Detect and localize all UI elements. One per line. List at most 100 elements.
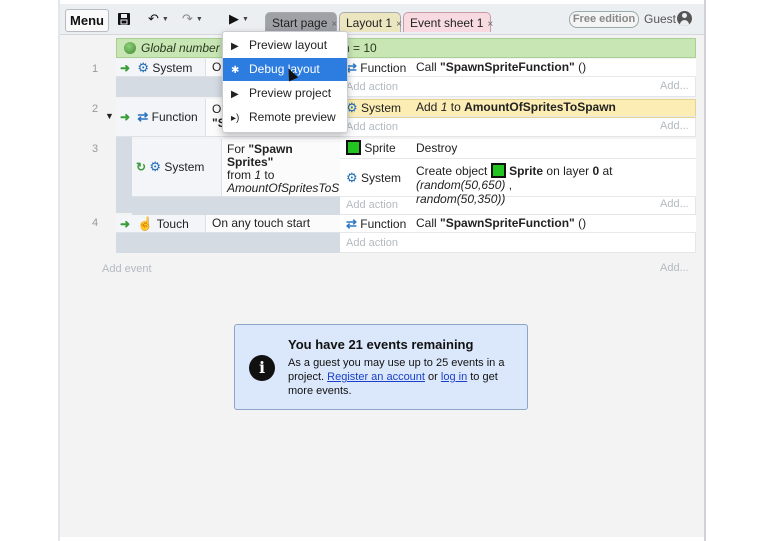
global-variable-row[interactable]: Global number A n = 10 — [116, 38, 696, 58]
broadcast-icon: ▸) — [231, 113, 240, 124]
collapse-icon[interactable]: ▼ — [105, 111, 114, 121]
gear-icon: ⚙ — [346, 170, 358, 185]
menu-button[interactable]: Menu — [65, 9, 109, 32]
login-link[interactable]: log in — [441, 371, 467, 383]
redo-icon[interactable]: ↷ ▼ — [182, 10, 203, 28]
add-action-link[interactable]: Add action — [346, 79, 398, 95]
notice-title: You have 21 events remaining — [288, 337, 474, 352]
user-icon[interactable] — [677, 11, 692, 26]
add-event-link[interactable]: Add event — [102, 261, 152, 277]
menu-item-label: Remote preview — [249, 110, 336, 124]
comma: , — [508, 178, 513, 192]
add-more-link[interactable]: Add... — [660, 120, 689, 132]
globe-icon — [124, 42, 136, 54]
action-text: Create object Sprite on layer 0 at (rand… — [416, 163, 696, 206]
menu-item-label: Preview layout — [249, 38, 328, 52]
play-icon[interactable]: ▶ ▼ — [229, 10, 249, 28]
undo-icon[interactable]: ↶ ▼ — [148, 10, 169, 28]
from-value: 1 — [254, 168, 262, 182]
to-label: to — [264, 168, 275, 182]
info-icon: i — [249, 355, 275, 381]
trigger-arrow-icon: ➜ — [120, 61, 131, 75]
x-expression: (random(50,650) — [416, 178, 506, 192]
close-icon[interactable]: × — [396, 19, 402, 30]
add-action-link[interactable]: Add action — [346, 235, 398, 251]
function-icon: ⇄ — [346, 216, 357, 231]
event-number: 3 — [92, 143, 99, 155]
condition-object[interactable]: ➜ ⚙ System — [116, 59, 206, 77]
action-text: Add 1 to AmountOfSpritesToSpawn — [416, 99, 616, 116]
action-verb: Call — [416, 216, 437, 230]
add-action-link[interactable]: Add action — [346, 197, 398, 213]
free-edition-badge[interactable]: Free edition — [569, 11, 639, 28]
menu-item-label: Debug layout — [249, 62, 320, 76]
play-icon: ▶ — [231, 41, 239, 52]
event-spacer — [116, 233, 340, 253]
condition-object[interactable]: ↻ ⚙ System — [132, 139, 222, 197]
toolbar: Menu ↶ ▼ ↷ ▼ ▶ ▼ Start page × Layout 1 × Even… — [60, 4, 704, 35]
action-value: 1 — [440, 100, 448, 114]
play-icon: ▶ — [231, 89, 239, 100]
close-icon[interactable]: × — [487, 19, 493, 30]
action-verb: Call — [416, 60, 437, 74]
function-args: () — [578, 216, 587, 230]
action-to: to — [450, 100, 461, 114]
action-row[interactable]: ⇄ Function Call "SpawnSpriteFunction" () — [340, 215, 696, 233]
tab-layout-1[interactable]: Layout 1 × — [339, 12, 402, 32]
action-object-name: Function — [360, 217, 407, 231]
save-icon[interactable] — [117, 10, 131, 28]
tab-event-sheet-1[interactable]: Event sheet 1 × — [403, 12, 493, 32]
action-object: ⇄ Function — [340, 59, 410, 76]
function-name: "SpawnSpriteFunction" — [440, 60, 575, 74]
action-text: Destroy — [416, 141, 458, 155]
to-value-line-1: AmountOfSpritesToS — [227, 181, 340, 195]
action-row[interactable]: Sprite Destroy — [340, 139, 696, 159]
construct-editor: Menu ↶ ▼ ↷ ▼ ▶ ▼ Start page × Layout 1 × Even… — [60, 4, 704, 537]
add-action-link[interactable]: Add action — [346, 119, 398, 135]
action-object: Sprite — [340, 139, 410, 158]
add-more-link[interactable]: Add... — [660, 80, 689, 92]
action-object: ⇄ Function — [340, 215, 410, 232]
from-label: from — [227, 168, 251, 182]
event-number: 4 — [92, 217, 99, 229]
window-edge-right — [704, 0, 706, 541]
menu-item-preview-project[interactable]: ▶ Preview project — [223, 82, 347, 105]
add-more-link[interactable]: Add... — [660, 198, 689, 210]
menu-item-remote-preview[interactable]: ▸) Remote preview — [223, 106, 347, 129]
action-text: Call "SpawnSpriteFunction" () — [416, 215, 586, 232]
bug-icon: ✱ — [231, 65, 240, 76]
preview-dropdown-menu: ▶ Preview layout ✱ Debug layout ▶ Preview p… — [222, 31, 348, 133]
condition-text[interactable]: On any touch start — [206, 215, 340, 233]
action-object-name: System — [361, 171, 402, 185]
action-object-name: Sprite — [364, 141, 396, 155]
action-row[interactable]: ⇄ Function Call "SpawnSpriteFunction" () — [340, 59, 696, 77]
menu-item-label: Preview project — [249, 86, 332, 100]
event-sheet: Global number A n = 10 1 ➜ ⚙ System Or ⇄… — [60, 35, 704, 537]
y-expression: random(50,350)) — [416, 192, 506, 206]
tab-start-page[interactable]: Start page × — [265, 12, 337, 32]
menu-item-preview-layout[interactable]: ▶ Preview layout — [223, 34, 347, 57]
guest-label[interactable]: Guest — [644, 12, 676, 26]
add-more-link[interactable]: Add... — [660, 262, 689, 274]
object-name: Sprite — [509, 164, 544, 178]
action-object: ⚙ System — [340, 99, 410, 116]
for-label: For — [227, 142, 245, 156]
action-row[interactable]: ⚙ System Create object Sprite on layer 0… — [340, 159, 696, 206]
condition-object[interactable]: ➜ ⇄ Function — [116, 99, 206, 137]
function-icon: ⇄ — [137, 109, 149, 124]
register-link[interactable]: Register an account — [327, 371, 425, 383]
action-row[interactable]: ⚙ System Add 1 to AmountOfSpritesToSpawn — [340, 99, 696, 117]
action-text: Call "SpawnSpriteFunction" () — [416, 59, 586, 76]
condition-object[interactable]: ➜ ☝ Touch — [116, 215, 206, 233]
condition-object-name: Touch — [156, 217, 189, 231]
close-icon[interactable]: × — [331, 19, 337, 30]
notice-body: As a guest you may use up to 25 events i… — [288, 356, 514, 398]
condition-text[interactable]: For "Spawn Sprites" from 1 to AmountOfSp… — [222, 139, 340, 197]
trigger-arrow-icon: ➜ — [120, 110, 131, 124]
tab-label: Event sheet 1 — [410, 16, 484, 30]
condition-object-name: System — [164, 160, 205, 174]
action-target: AmountOfSpritesToSpawn — [464, 100, 616, 114]
gear-icon: ⚙ — [149, 159, 162, 174]
event-spacer — [132, 197, 340, 215]
global-var-value: n = 10 — [343, 41, 377, 55]
